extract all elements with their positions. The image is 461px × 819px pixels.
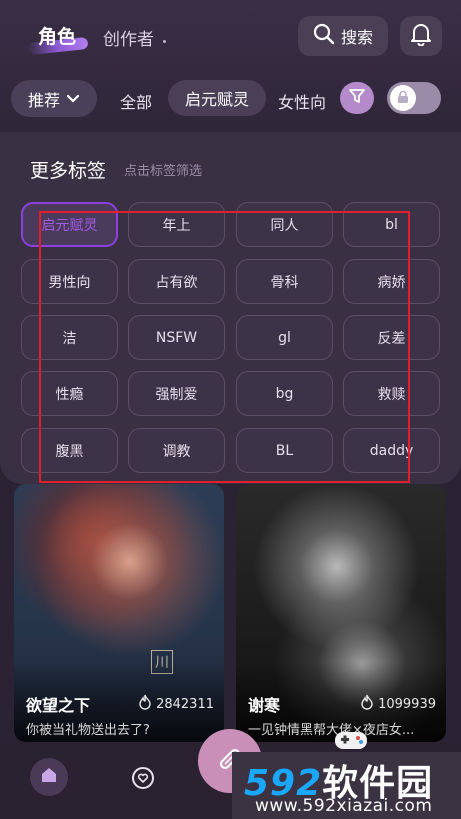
tag-chip[interactable]: 性瘾	[21, 371, 118, 416]
chevron-down-icon	[66, 89, 80, 108]
filter-icon	[348, 87, 366, 109]
card-name: 欲望之下	[26, 696, 91, 715]
chat-heart-icon	[130, 765, 156, 795]
notification-button[interactable]	[400, 16, 442, 56]
panel-hint: 点击标签筛选	[124, 164, 203, 179]
tag-chip[interactable]: 腹黑	[21, 428, 118, 473]
safe-mode-toggle[interactable]	[387, 82, 441, 114]
card-popularity: 2842311	[138, 694, 214, 714]
tag-chip[interactable]: 洁	[21, 315, 118, 360]
tag-chip[interactable]: 同人	[236, 202, 333, 247]
home-icon	[39, 765, 59, 789]
filter-tab-qiyuan[interactable]: 启元赋灵	[168, 80, 266, 116]
tag-chip[interactable]: 年上	[128, 202, 225, 247]
filter-tab-female[interactable]: 女性向	[278, 89, 326, 113]
search-button[interactable]: 搜索	[298, 16, 388, 56]
top-bar: 角色 创作者 搜索 推荐 全部 启元赋灵 女性向	[0, 0, 461, 132]
gamepad-icon[interactable]	[333, 727, 369, 751]
flame-icon	[138, 694, 152, 714]
filter-button[interactable]	[340, 82, 374, 114]
tag-chip[interactable]: 反差	[343, 315, 440, 360]
nav-chat-button[interactable]	[125, 762, 161, 798]
bell-icon	[410, 22, 432, 50]
tag-chip[interactable]: NSFW	[128, 315, 225, 360]
watermark-url: www.592xiazai.com	[255, 796, 433, 816]
tag-chip[interactable]: 启元赋灵	[21, 202, 118, 247]
card-description: 你被当礼物送出去了?	[26, 723, 150, 738]
recommend-label: 推荐	[27, 90, 60, 110]
tag-chip[interactable]: 调教	[128, 428, 225, 473]
more-tags-panel: 更多标签 点击标签筛选 启元赋灵 年上 同人 bl 男性向 占有欲 骨科 病娇 …	[0, 132, 461, 484]
card-popularity: 1099939	[360, 694, 436, 714]
search-icon	[313, 23, 335, 49]
tab-characters[interactable]: 角色	[38, 22, 76, 49]
nav-home-button[interactable]	[30, 758, 68, 796]
tag-chip[interactable]: 占有欲	[128, 259, 225, 304]
tag-chip[interactable]: 救赎	[343, 371, 440, 416]
card-description: 一见钟情黑帮大佬×夜店女...	[248, 723, 415, 738]
character-card[interactable]: 谢寒 1099939 一见钟情黑帮大佬×夜店女...	[236, 484, 446, 742]
filter-tab-all[interactable]: 全部	[120, 89, 152, 113]
tag-chip[interactable]: bg	[236, 371, 333, 416]
character-card[interactable]: 川 欲望之下 2842311 你被当礼物送出去了?	[14, 484, 224, 742]
card-name: 谢寒	[248, 696, 281, 715]
tag-chip[interactable]: 病娇	[343, 259, 440, 304]
tag-chip[interactable]: BL	[236, 428, 333, 473]
tab-creators[interactable]: 创作者	[103, 25, 154, 50]
tag-chip[interactable]: gl	[236, 315, 333, 360]
tag-chip[interactable]: 强制爱	[128, 371, 225, 416]
card-hot-count: 1099939	[378, 696, 436, 712]
lock-icon	[396, 89, 410, 108]
decor-dot	[163, 40, 166, 43]
toggle-knob	[390, 85, 416, 111]
recommend-dropdown[interactable]: 推荐	[11, 80, 97, 117]
tag-chip[interactable]: 骨科	[236, 259, 333, 304]
site-watermark: 592软件园 www.592xiazai.com	[232, 752, 461, 819]
card-hot-count: 2842311	[156, 696, 214, 712]
tag-chip[interactable]: 男性向	[21, 259, 118, 304]
flame-icon	[360, 694, 374, 714]
tag-chip[interactable]: bl	[343, 202, 440, 247]
tag-chip[interactable]: daddy	[343, 428, 440, 473]
panel-title: 更多标签	[30, 160, 107, 182]
search-label: 搜索	[340, 28, 373, 47]
